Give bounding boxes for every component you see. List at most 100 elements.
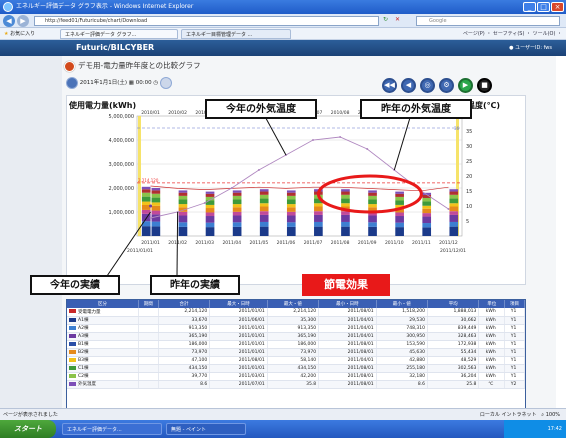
next-date-button[interactable]: [159, 76, 172, 89]
legend-swatch: [69, 381, 76, 386]
favorites-label: お気に入り: [10, 31, 36, 37]
row-name: 受電電力量: [67, 308, 139, 317]
prev-date-button[interactable]: [66, 76, 78, 89]
bar-last-year: [151, 214, 161, 222]
bar-last-year: [205, 193, 215, 197]
table-row[interactable]: B1棟 186,000 2011/01/01 186,000 2011/08/01 153…: [67, 340, 525, 349]
table-row[interactable]: 外気温度 8.6 2011/07/01 35.8 2011/08/01 8.6 25.8 ℃ Y…: [67, 380, 525, 389]
legend-swatch: [69, 365, 76, 370]
table-row[interactable]: A2棟 913,350 2011/01/01 913,350 2011/04/01 748…: [67, 324, 525, 333]
start-button[interactable]: スタート: [0, 420, 56, 438]
refresh-icon[interactable]: ↻: [383, 16, 388, 23]
calendar-icon[interactable]: ▦: [129, 80, 134, 86]
row-label: 受電電力量: [78, 309, 101, 315]
row-label: C2棟: [78, 374, 89, 379]
bar-last-year: [314, 211, 323, 215]
bar-this-year: [141, 186, 151, 190]
y-tick-label: 5,000,000: [109, 114, 134, 120]
bar-last-year: [178, 215, 188, 223]
date-value[interactable]: 2011年1月1日(土): [80, 80, 127, 86]
bar-last-year: [341, 203, 350, 207]
table-cell: Y1: [504, 308, 525, 317]
favorites-button[interactable]: ★ お気に入り: [4, 28, 35, 40]
window-titlebar: エネルギー評価データ グラフ表示 - Windows Internet Expl…: [0, 0, 566, 14]
address-input[interactable]: http://feed01/Futuricube/chart/Download: [34, 16, 379, 26]
bar-last-year: [151, 197, 161, 203]
y-axis-label-left: 使用電力量(kWh): [68, 100, 136, 110]
table-row[interactable]: B2棟 73,970 2011/01/01 73,970 2011/08/01 45,63…: [67, 348, 525, 357]
table-row[interactable]: 受電電力量 2,214,120 2011/01/01 2,214,120 2011/08…: [67, 308, 525, 317]
row-label: A3棟: [78, 334, 89, 339]
table-cell: 434,150: [158, 364, 211, 373]
time-value[interactable]: 00:00: [136, 80, 152, 86]
user-icon: ●: [509, 45, 514, 51]
table-header-6[interactable]: 最小・値: [376, 300, 428, 308]
table-row[interactable]: C1棟 434,150 2011/01/01 434,150 2011/08/01 255…: [67, 364, 525, 373]
table-cell: Y1: [504, 364, 525, 373]
table-header-1[interactable]: 期間: [138, 300, 159, 308]
play-button[interactable]: ▶: [458, 78, 473, 93]
legend-swatch: [69, 325, 76, 330]
table-header-0[interactable]: 区分: [67, 300, 139, 308]
close-button[interactable]: ×: [551, 2, 564, 12]
table-row[interactable]: B3棟 47,100 2011/08/01 58,140 2011/04/01 42,88…: [67, 356, 525, 365]
user-id[interactable]: ● ユーザーID: fws: [509, 40, 552, 56]
taskbar-item-paint[interactable]: 無題 - ペイント: [166, 423, 246, 435]
bar-last-year: [422, 201, 432, 206]
table-row[interactable]: A3棟 365,190 2011/01/01 365,190 2011/04/01 300…: [67, 332, 525, 341]
table-header-7[interactable]: 平均: [427, 300, 480, 308]
stop-button[interactable]: ■: [477, 78, 492, 93]
x-tick-bottom: 2011/11: [412, 240, 431, 246]
table-header-5[interactable]: 最小・日時: [318, 300, 377, 308]
browser-tab-2[interactable]: エネルギー目標管理データ ...: [181, 29, 291, 39]
table-cell: 1,888,013: [427, 308, 480, 317]
table-cell: 42,880: [376, 356, 428, 365]
command-bar[interactable]: ページ(P) ・ セーフティ(S) ・ ツール(O) ・: [463, 28, 562, 40]
bar-last-year: [368, 192, 377, 196]
table-header-2[interactable]: 合計: [158, 300, 211, 308]
stop-icon[interactable]: ✕: [395, 16, 400, 23]
taskbar-item-ie[interactable]: エネルギー評価データ...: [62, 423, 162, 435]
bar-last-year: [395, 227, 404, 236]
back-arrow-icon[interactable]: ◀: [3, 15, 15, 27]
maximize-button[interactable]: □: [537, 2, 550, 12]
zoom-level[interactable]: 100%: [546, 412, 560, 418]
bar-last-year: [368, 195, 377, 200]
row-label: 外気温度: [78, 382, 96, 387]
bar-last-year: [395, 193, 404, 197]
x-tick-top: 2010/08: [331, 110, 350, 116]
clock-icon[interactable]: ◷: [153, 80, 158, 86]
bar-last-year: [151, 188, 161, 191]
bar-last-year: [205, 222, 215, 228]
search-input[interactable]: Google: [416, 16, 560, 26]
clock: 17:42: [547, 426, 562, 432]
forward-arrow-icon[interactable]: ▶: [17, 15, 29, 27]
bar-last-year: [205, 191, 215, 194]
bar-last-year: [314, 214, 323, 222]
minimize-button[interactable]: _: [523, 2, 536, 12]
chart-controls: ◀◀ ◀ ◎ ⚙ ▶ ■: [382, 78, 492, 93]
table-row[interactable]: C2棟 39,770 2011/03/01 42,200 2011/08/01 32,18…: [67, 372, 525, 381]
settings-button[interactable]: ⚙: [439, 78, 454, 93]
bar-last-year: [395, 212, 404, 217]
table-header-3[interactable]: 最大・日時: [209, 300, 268, 308]
table-header-9[interactable]: 項目: [504, 300, 525, 308]
table-header-4[interactable]: 最大・値: [267, 300, 320, 308]
table-row[interactable]: A1棟 33,670 2011/06/01 35,300 2011/04/01 29,53…: [67, 316, 525, 325]
table-header-8[interactable]: 単位: [478, 300, 506, 308]
zoom-button[interactable]: ◎: [420, 78, 435, 93]
x-tick-bottom: 2011/03: [195, 240, 214, 246]
browser-tab-1[interactable]: エネルギー評価データ グラフ...: [60, 29, 178, 39]
row-name: B1棟: [67, 340, 139, 349]
brand-name: Futuric/BILCYBER: [76, 43, 155, 52]
bar-last-year: [422, 208, 432, 214]
back-button[interactable]: ◀: [401, 78, 416, 93]
rewind-button[interactable]: ◀◀: [382, 78, 397, 93]
row-label: A2棟: [78, 326, 89, 331]
table-cell: 42,200: [267, 372, 320, 381]
bar-last-year: [286, 199, 296, 205]
table-cell: kWh: [478, 316, 506, 325]
temp-point: [339, 136, 342, 138]
table-cell: 32,180: [376, 372, 428, 381]
temp-point: [366, 148, 369, 150]
